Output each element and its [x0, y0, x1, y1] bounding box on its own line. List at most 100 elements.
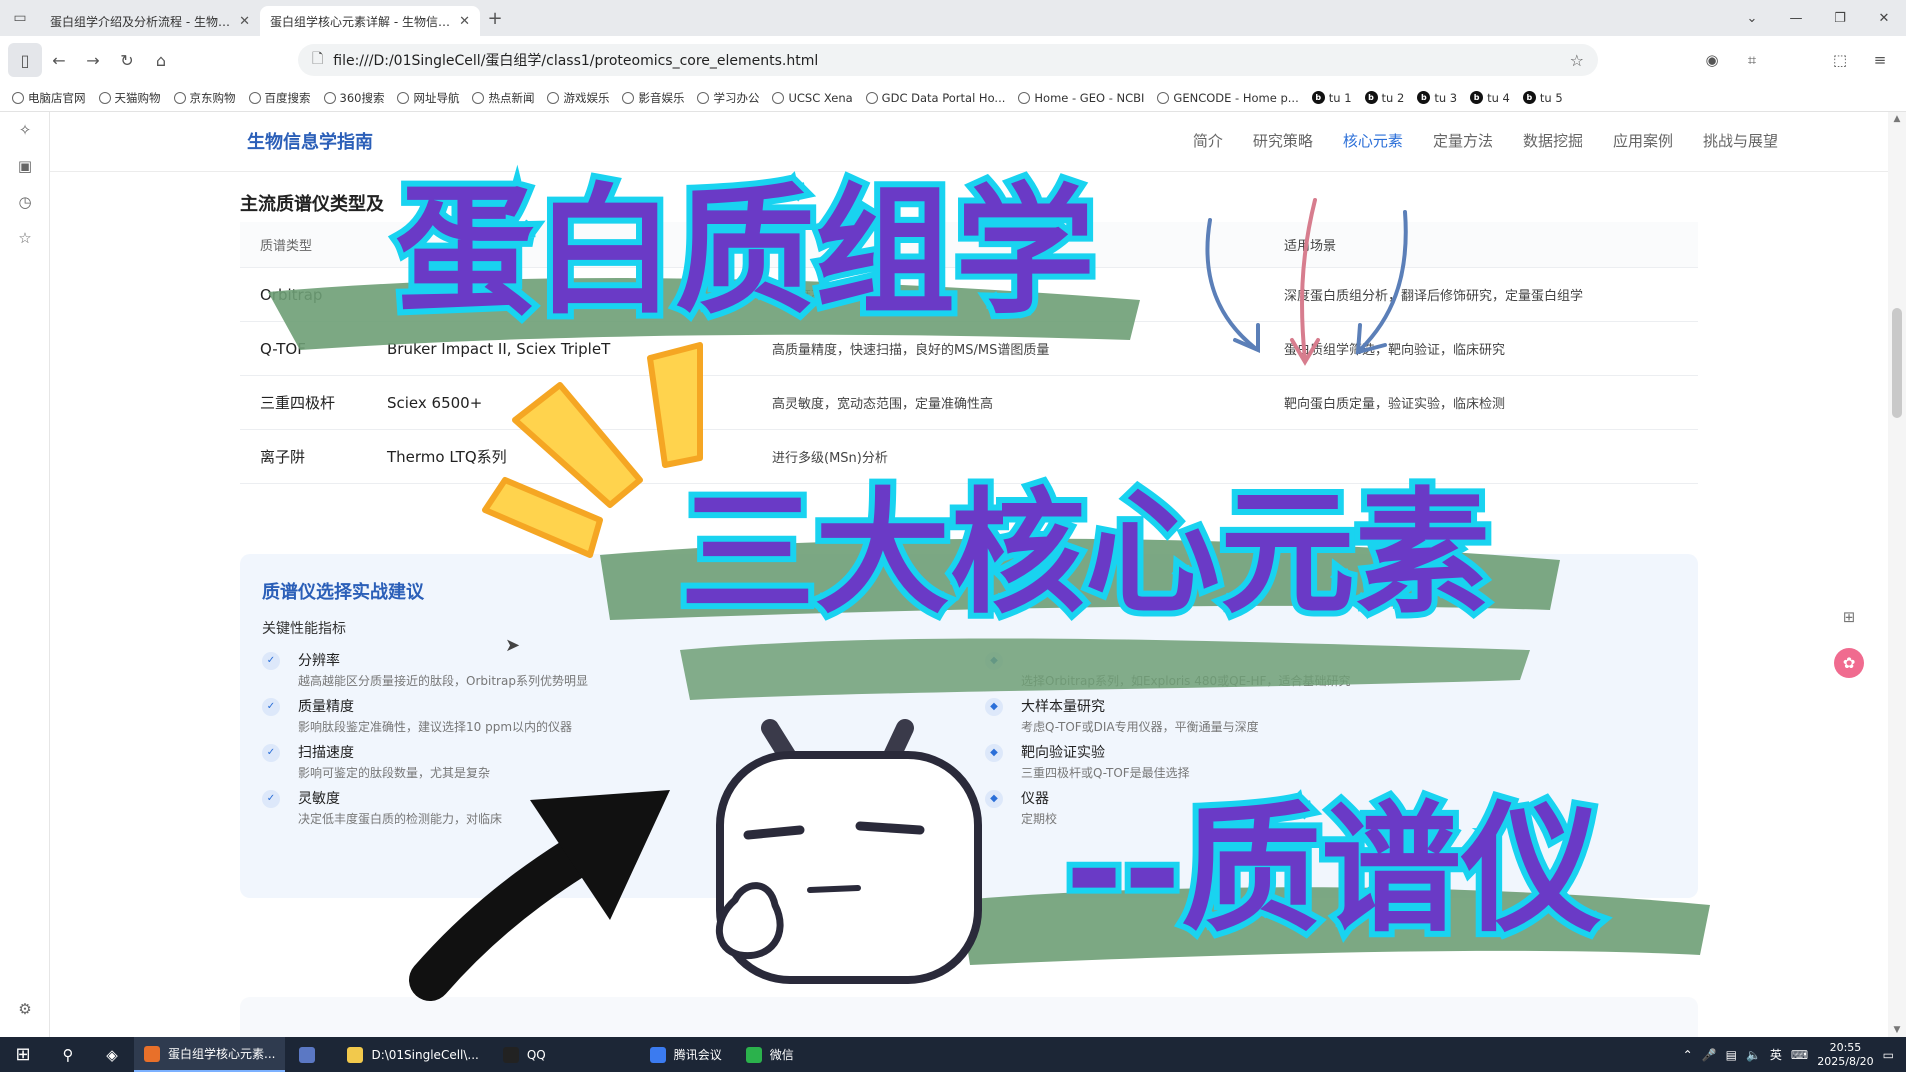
search-icon[interactable]: ⚲	[46, 1046, 90, 1064]
pin-icon: ◆	[985, 790, 1003, 808]
restore-button[interactable]: ❐	[1818, 0, 1862, 36]
bookmark-item[interactable]: 游戏娱乐	[547, 90, 609, 106]
address-bar[interactable]: 🗋 file:///D:/01SingleCell/蛋白组学/class1/pr…	[298, 44, 1598, 76]
crop-icon[interactable]: ⌗	[1736, 44, 1768, 76]
close-icon[interactable]: ✕	[239, 14, 250, 29]
history-icon[interactable]: ◷	[0, 184, 50, 220]
extensions-icon[interactable]: ⬚	[1824, 44, 1856, 76]
globe-icon	[865, 91, 878, 104]
ime-indicator[interactable]: 英	[1770, 1046, 1782, 1063]
home-button[interactable]: ⌂	[144, 43, 178, 77]
assistant-icon[interactable]: ✿	[1834, 648, 1864, 678]
clock[interactable]: 20:55 2025/8/20	[1817, 1041, 1873, 1069]
table-cell: Sciex 6500+	[387, 393, 483, 412]
taskbar-app[interactable]: 微信	[736, 1037, 804, 1072]
minimize-button[interactable]: —	[1774, 0, 1818, 36]
site-nav-item[interactable]: 挑战与展望	[1703, 130, 1778, 151]
advice-item-title: 仪器	[1021, 791, 1049, 807]
site-nav-item[interactable]: 定量方法	[1433, 130, 1493, 151]
bookmark-item[interactable]: 热点新闻	[472, 90, 534, 106]
bookmark-label: tu 4	[1487, 90, 1510, 105]
bookmark-item[interactable]: b tu 5	[1522, 91, 1563, 105]
page-scrollbar[interactable]: ▲ ▼	[1888, 112, 1906, 1037]
bookmark-item[interactable]: 百度搜索	[248, 90, 311, 106]
globe-icon	[697, 91, 710, 104]
bookmark-item[interactable]: 电脑店官网	[12, 90, 86, 106]
bookmark-item[interactable]: 京东购物	[173, 90, 236, 106]
tab-list-chevron-icon[interactable]: ⌄	[1730, 0, 1774, 36]
app-icon	[347, 1046, 364, 1063]
taskbar-app[interactable]: D:\01SingleCell\...	[337, 1037, 488, 1072]
volume-icon[interactable]: 🔈	[1746, 1048, 1761, 1062]
bookmark-item[interactable]: b tu 1	[1311, 91, 1352, 105]
bookmark-item[interactable]: 影音娱乐	[622, 90, 684, 106]
back-button[interactable]: ←	[42, 43, 76, 77]
notification-icon[interactable]: ▭	[1883, 1048, 1894, 1062]
bookmark-item[interactable]: GDC Data Portal Ho...	[865, 90, 1006, 105]
mouse-cursor-icon: ➤	[505, 635, 521, 656]
qr-code-icon[interactable]: ⊞	[1834, 602, 1864, 632]
bookmark-label: GDC Data Portal Ho...	[881, 90, 1006, 105]
bookmark-star-icon[interactable]: ☆	[1570, 51, 1584, 70]
chevron-up-icon[interactable]: ⌃	[1683, 1048, 1693, 1062]
scroll-thumb[interactable]	[1892, 308, 1902, 418]
bookmark-item[interactable]: 天猫购物	[98, 90, 161, 106]
taskbar: ⊞ ⚲ ◈ 蛋白组学核心元素... D:\01SingleCell\... QQ 腾讯…	[0, 1037, 1906, 1072]
bookmark-item[interactable]: b tu 4	[1470, 91, 1510, 105]
tab-actions-icon[interactable]: ▭	[0, 0, 40, 36]
settings-gear-icon[interactable]: ⚙	[0, 991, 50, 1027]
bookmark-b-icon: b	[1470, 91, 1484, 104]
tab-proteomics-intro[interactable]: 蛋白组学介绍及分析流程 - 生物信息学 ✕	[40, 6, 260, 36]
bookmark-item[interactable]: UCSC Xena	[772, 91, 853, 105]
account-icon[interactable]: ◉	[1696, 44, 1728, 76]
forward-button[interactable]: →	[76, 43, 110, 77]
check-icon: ✓	[262, 652, 280, 670]
taskbar-app[interactable]: 蛋白组学核心元素...	[134, 1037, 286, 1072]
bookmark-item[interactable]: 学习办公	[697, 90, 759, 106]
windows-start-icon[interactable]: ⊞	[0, 1044, 46, 1065]
site-nav-item[interactable]: 核心元素	[1343, 130, 1403, 151]
widgets-icon[interactable]: ◈	[90, 1046, 134, 1064]
bookmark-item[interactable]: GENCODE - Home p...	[1157, 91, 1299, 105]
site-brand[interactable]: 生物信息学指南	[247, 128, 373, 154]
scroll-down-icon[interactable]: ▼	[1888, 1025, 1906, 1035]
favorites-icon[interactable]: ☆	[0, 220, 50, 256]
keyboard-icon[interactable]: ⌨	[1791, 1048, 1808, 1062]
close-window-button[interactable]: ✕	[1862, 0, 1906, 36]
taskbar-app[interactable]	[289, 1037, 333, 1072]
bookmark-item[interactable]: b tu 3	[1417, 91, 1457, 105]
table-row: Orbitrap 灵敏度高 深度蛋白质组分析，翻译后修饰研究，定量蛋白组学	[240, 268, 1698, 322]
bookmark-label: 网址导航	[413, 90, 460, 105]
table-row: 三重四极杆 Sciex 6500+ 高灵敏度，宽动态范围，定量准确性高 靶向蛋白质定量…	[240, 376, 1698, 430]
close-icon[interactable]: ✕	[459, 14, 470, 29]
ai-sparkle-icon[interactable]: ✧	[0, 112, 50, 148]
advice-item-desc: 选择Orbitrap系列，如Exploris 480或QE-HF，适合基础研究	[1021, 674, 1351, 688]
tab-strip: ▭ 蛋白组学介绍及分析流程 - 生物信息学 ✕ 蛋白组学核心元素详解 - 生物信…	[0, 0, 1906, 36]
advice-item-title: 分辨率	[298, 653, 340, 669]
bookmark-item[interactable]: Home - GEO - NCBI	[1018, 91, 1144, 105]
taskbar-app[interactable]: 腾讯会议	[640, 1037, 732, 1072]
microphone-icon[interactable]: 🎤	[1702, 1048, 1717, 1062]
reload-button[interactable]: ↻	[110, 43, 144, 77]
nav-bar: ▯ ← → ↻ ⌂ 🗋 file:///D:/01SingleCell/蛋白组学…	[0, 36, 1906, 84]
bookmark-b-icon: b	[1311, 91, 1325, 104]
site-nav-item[interactable]: 研究策略	[1253, 130, 1313, 151]
site-nav-item[interactable]: 应用案例	[1613, 130, 1673, 151]
new-tab-button[interactable]: +	[480, 8, 510, 29]
network-icon[interactable]: ▤	[1726, 1048, 1737, 1062]
bookmark-item[interactable]: b tu 2	[1364, 91, 1404, 105]
tab-core-elements[interactable]: 蛋白组学核心元素详解 - 生物信息学 ✕	[260, 6, 480, 36]
bookmark-item[interactable]: 网址导航	[397, 90, 459, 106]
site-nav-item[interactable]: 简介	[1193, 130, 1223, 151]
bookmark-item[interactable]: 360搜索	[323, 90, 384, 106]
pin-icon: ◆	[985, 744, 1003, 762]
sidebar-toggle-icon[interactable]: ▯	[8, 43, 42, 77]
menu-icon[interactable]: ≡	[1864, 44, 1896, 76]
site-nav-item[interactable]: 数据挖掘	[1523, 130, 1583, 151]
collections-icon[interactable]: ▣	[0, 148, 50, 184]
taskbar-app[interactable]: QQ	[493, 1037, 556, 1072]
pin-icon: ◆	[985, 698, 1003, 716]
scroll-up-icon[interactable]: ▲	[1888, 114, 1906, 124]
bookmark-label: 学习办公	[713, 90, 760, 105]
